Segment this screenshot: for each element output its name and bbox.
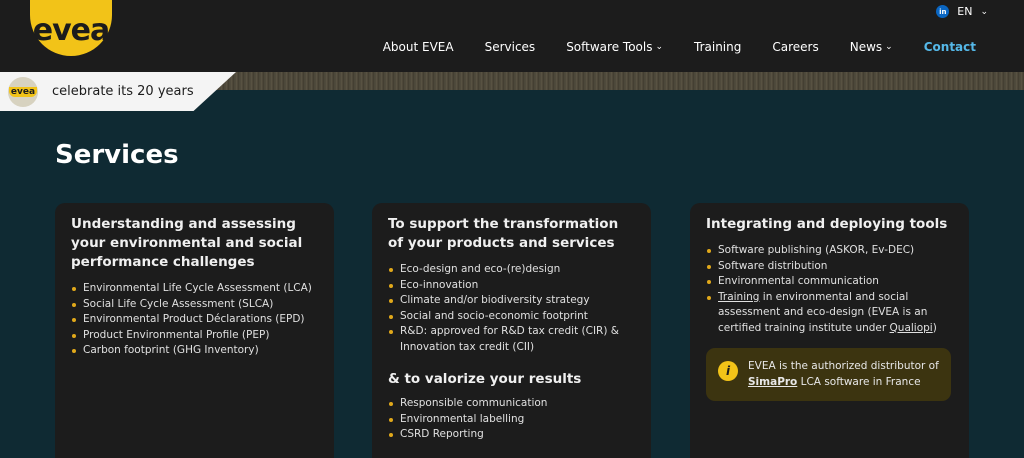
list-item: Environmental Life Cycle Assessment (LCA… <box>71 281 318 297</box>
nav-news[interactable]: News ⌄ <box>850 40 893 54</box>
list-item: Environmental Product Déclarations (EPD) <box>71 312 318 328</box>
card-assessing: Understanding and assessing your environ… <box>55 203 334 458</box>
list-item: R&D: approved for R&D tax credit (CIR) &… <box>388 324 635 355</box>
nav-training-label[interactable]: Training <box>694 40 741 54</box>
card-list-2: Responsible communication Environmental … <box>388 396 635 443</box>
nav-about[interactable]: About EVEA <box>383 40 454 54</box>
card-title: Integrating and deploying tools <box>706 216 948 232</box>
evea-logo[interactable]: evea <box>30 0 112 56</box>
main-nav: About EVEA Services Software Tools ⌄ Trai… <box>383 40 976 54</box>
list-item: Social Life Cycle Assessment (SLCA) <box>71 297 318 313</box>
list-item: Carbon footprint (GHG Inventory) <box>71 343 318 359</box>
nav-news-label[interactable]: News <box>850 40 882 54</box>
chevron-down-icon[interactable]: ⌄ <box>885 42 893 52</box>
linkedin-icon[interactable]: in <box>936 5 950 18</box>
card-list: Software publishing (ASKOR, Ev-DEC) Soft… <box>706 243 953 336</box>
nav-services[interactable]: Services <box>485 40 536 54</box>
list-item: CSRD Reporting <box>388 427 635 443</box>
nav-contact-label[interactable]: Contact <box>924 40 976 54</box>
list-item: Product Environmental Profile (PEP) <box>71 328 318 344</box>
list-item: Social and socio-economic footprint <box>388 309 635 325</box>
card-title: To support the transformation of your pr… <box>388 216 619 251</box>
info-text: EVEA is the authorized distributor of Si… <box>748 359 939 390</box>
chevron-down-icon[interactable]: ⌄ <box>655 42 663 52</box>
page-title: Services <box>55 140 179 170</box>
training-link[interactable]: Training <box>718 291 759 303</box>
simapro-link[interactable]: SimaPro <box>748 376 797 388</box>
nav-careers[interactable]: Careers <box>772 40 818 54</box>
list-item: Software distribution <box>706 259 953 275</box>
list-item: Environmental labelling <box>388 412 635 428</box>
nav-about-label[interactable]: About EVEA <box>383 40 454 54</box>
nav-software-tools-label[interactable]: Software Tools <box>566 40 652 54</box>
nav-contact[interactable]: Contact <box>924 40 976 54</box>
info-box: i EVEA is the authorized distributor of … <box>706 348 951 401</box>
list-item: Eco-innovation <box>388 278 635 294</box>
card-tools: Integrating and deploying tools Software… <box>690 203 969 458</box>
list-item: Responsible communication <box>388 396 635 412</box>
logo-text: evea <box>32 12 110 48</box>
badge-logo-text: evea <box>8 86 38 97</box>
list-item: Software publishing (ASKOR, Ev-DEC) <box>706 243 953 259</box>
list-item: Environmental communication <box>706 274 953 290</box>
card-transformation: To support the transformation of your pr… <box>372 203 651 458</box>
nav-software-tools[interactable]: Software Tools ⌄ <box>566 40 663 54</box>
nav-careers-label[interactable]: Careers <box>772 40 818 54</box>
language-label[interactable]: EN <box>957 5 972 18</box>
badge-logo: evea <box>8 76 38 107</box>
card-list: Eco-design and eco-(re)design Eco-innova… <box>388 262 635 355</box>
list-item: Climate and/or biodiversity strategy <box>388 293 635 309</box>
info-icon: i <box>718 361 738 381</box>
card-title: Understanding and assessing your environ… <box>71 216 303 270</box>
language-switcher[interactable]: in EN ⌄ <box>936 5 988 18</box>
training-end: ) <box>932 321 937 334</box>
badge-text: celebrate its 20 years <box>52 84 194 99</box>
chevron-down-icon[interactable]: ⌄ <box>980 7 988 17</box>
top-bar: evea in EN ⌄ About EVEA Services Software… <box>0 0 1024 72</box>
info-post: LCA software in France <box>797 375 921 388</box>
nav-services-label[interactable]: Services <box>485 40 536 54</box>
card-list: Environmental Life Cycle Assessment (LCA… <box>71 281 318 359</box>
info-pre: EVEA is the authorized distributor of <box>748 360 939 372</box>
anniversary-badge[interactable]: evea celebrate its 20 years <box>0 72 236 111</box>
card-subtitle: & to valorize your results <box>388 371 582 387</box>
nav-training[interactable]: Training <box>694 40 741 54</box>
list-item: Eco-design and eco-(re)design <box>388 262 635 278</box>
qualiopi-link[interactable]: Qualiopi <box>890 322 933 334</box>
list-item-training: Training in environmental and social ass… <box>706 290 953 337</box>
